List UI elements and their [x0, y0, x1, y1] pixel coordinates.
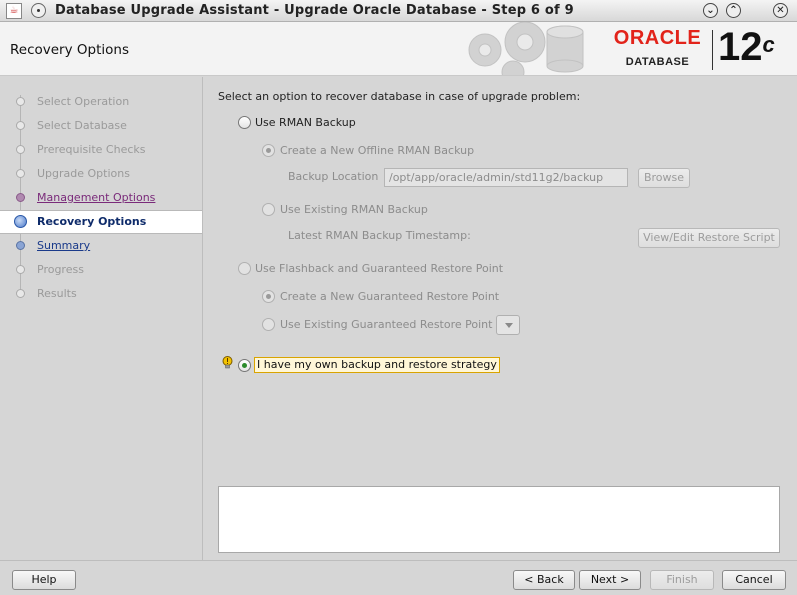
step-label: Progress: [37, 263, 84, 276]
step-indicator-icon: [16, 145, 25, 154]
version-suffix: c: [762, 32, 775, 57]
backup-location-label: Backup Location: [288, 170, 379, 183]
back-button[interactable]: < Back: [513, 570, 575, 590]
step-select-database: Select Database: [0, 115, 202, 137]
step-summary[interactable]: Summary: [0, 235, 202, 257]
finish-button[interactable]: Finish: [650, 570, 714, 590]
step-indicator-icon: [16, 265, 25, 274]
use-existing-restore-point-label[interactable]: Use Existing Guaranteed Restore Point: [280, 318, 492, 331]
step-progress: Progress: [0, 259, 202, 281]
logo-brand: ORACLE: [613, 27, 702, 49]
close-icon: ✕: [776, 5, 785, 16]
create-offline-rman-label[interactable]: Create a New Offline RMAN Backup: [280, 144, 474, 157]
create-offline-rman-radio[interactable]: [262, 144, 275, 157]
step-navigation: Select Operation Select Database Prerequ…: [0, 77, 203, 560]
use-rman-backup-label[interactable]: Use RMAN Backup: [255, 116, 356, 129]
use-existing-rman-radio[interactable]: [262, 203, 275, 216]
window-title: Database Upgrade Assistant - Upgrade Ora…: [55, 3, 574, 18]
step-label: Select Database: [37, 119, 127, 132]
close-window-button[interactable]: ✕: [773, 3, 788, 18]
step-indicator-icon: [16, 97, 25, 106]
step-label: Select Operation: [37, 95, 130, 108]
step-management-options[interactable]: Management Options: [0, 187, 202, 209]
lightbulb-hint-icon: [222, 356, 233, 369]
use-flashback-radio[interactable]: [238, 262, 251, 275]
create-restore-point-label[interactable]: Create a New Guaranteed Restore Point: [280, 290, 499, 303]
use-flashback-label[interactable]: Use Flashback and Guaranteed Restore Poi…: [255, 262, 503, 275]
version-badge: 12c: [718, 24, 775, 70]
step-label[interactable]: Summary: [37, 239, 90, 252]
step-label: Recovery Options: [37, 215, 147, 228]
step-upgrade-options: Upgrade Options: [0, 163, 202, 185]
step-label: Prerequisite Checks: [37, 143, 146, 156]
java-app-icon: ☕: [6, 3, 22, 19]
button-bar: Help < Back Next > Finish Cancel: [0, 560, 797, 595]
step-indicator-icon: [16, 289, 25, 298]
current-step-indicator-icon: [14, 215, 27, 228]
gears-decoration-icon: [468, 22, 584, 75]
backup-location-field[interactable]: /opt/app/oracle/admin/std11g2/backup: [384, 168, 628, 187]
message-area: [218, 486, 780, 553]
step-label[interactable]: Management Options: [37, 191, 155, 204]
content-panel: Select an option to recover database in …: [204, 77, 797, 560]
chevron-down-icon: ⌄: [706, 5, 715, 16]
next-button[interactable]: Next >: [579, 570, 641, 590]
own-backup-strategy-radio[interactable]: [238, 359, 251, 372]
step-label: Results: [37, 287, 77, 300]
step-recovery-options: Recovery Options: [0, 210, 202, 234]
oracle-logo: ORACLE DATABASE: [605, 28, 710, 68]
step-select-operation: Select Operation: [0, 91, 202, 113]
restore-point-dropdown[interactable]: [496, 315, 520, 335]
step-indicator-icon: [16, 121, 25, 130]
step-results: Results: [0, 283, 202, 305]
logo-subtitle: DATABASE: [625, 56, 690, 68]
create-restore-point-radio[interactable]: [262, 290, 275, 303]
chevron-up-icon: ⌃: [729, 5, 738, 16]
view-edit-restore-script-button[interactable]: View/Edit Restore Script: [638, 228, 780, 248]
step-indicator-icon: [16, 169, 25, 178]
header-banner: Recovery Options ORACLE DATABASE 12c: [0, 22, 797, 76]
browse-button[interactable]: Browse: [638, 168, 690, 188]
step-indicator-icon: [16, 241, 25, 250]
use-rman-backup-radio[interactable]: [238, 116, 251, 129]
recovery-prompt: Select an option to recover database in …: [218, 90, 581, 103]
rman-timestamp-label: Latest RMAN Backup Timestamp:: [288, 229, 471, 242]
cancel-button[interactable]: Cancel: [722, 570, 786, 590]
step-label: Upgrade Options: [37, 167, 130, 180]
use-existing-restore-point-radio[interactable]: [262, 318, 275, 331]
window-menu-icon[interactable]: [31, 3, 46, 18]
own-backup-strategy-label[interactable]: I have my own backup and restore strateg…: [254, 357, 500, 373]
step-indicator-icon: [16, 193, 25, 202]
use-existing-rman-label[interactable]: Use Existing RMAN Backup: [280, 203, 428, 216]
logo-divider: [712, 30, 713, 70]
title-bar: ☕ Database Upgrade Assistant - Upgrade O…: [0, 0, 797, 22]
minimize-button[interactable]: ⌄: [703, 3, 718, 18]
version-number: 12: [718, 25, 763, 69]
help-button[interactable]: Help: [12, 570, 76, 590]
page-title: Recovery Options: [10, 42, 129, 58]
step-prerequisite-checks: Prerequisite Checks: [0, 139, 202, 161]
maximize-button[interactable]: ⌃: [726, 3, 741, 18]
